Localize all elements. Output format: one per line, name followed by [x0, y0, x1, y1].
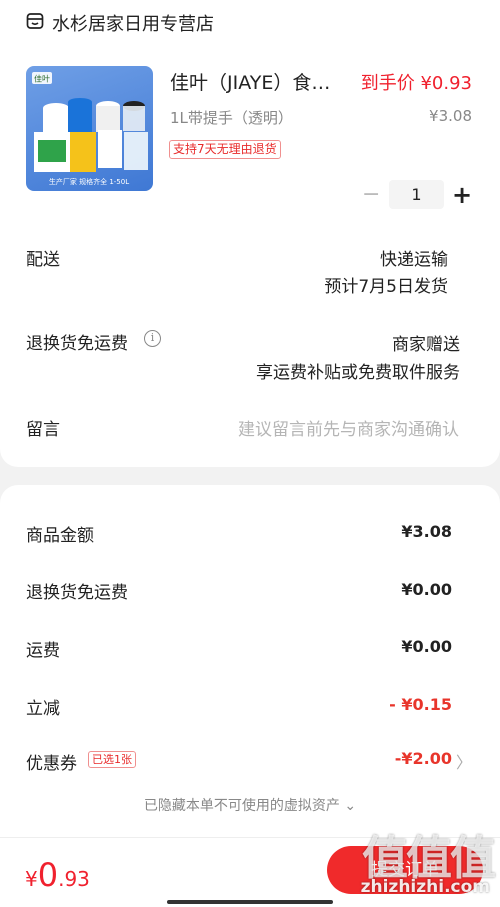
- return-shipping-value: 商家赠送: [392, 335, 460, 355]
- home-indicator[interactable]: [167, 900, 333, 904]
- total-decimal: .93: [58, 867, 90, 891]
- product-title[interactable]: 佳叶（JIAYE）食…: [170, 68, 330, 95]
- summary-value-shipping: ¥0.00: [401, 637, 452, 656]
- message-label: 留言: [26, 420, 60, 440]
- quantity-input[interactable]: 1: [389, 180, 444, 209]
- quantity-minus-button[interactable]: −: [362, 180, 380, 210]
- store-name[interactable]: 水杉居家日用专营店: [52, 10, 214, 36]
- pay-price: 到手价 ¥0.93: [360, 73, 472, 94]
- summary-value-discount: - ¥0.15: [389, 695, 452, 714]
- delivery-label: 配送: [26, 250, 60, 270]
- return-policy-badge: 支持7天无理由退货: [169, 140, 281, 159]
- coupon-badge: 已选1张: [88, 751, 136, 768]
- coupon-value[interactable]: -¥2.00: [395, 749, 452, 768]
- info-icon[interactable]: i: [144, 330, 161, 347]
- summary-value-goods: ¥3.08: [401, 522, 452, 541]
- return-shipping-detail: 享运费补贴或免费取件服务: [256, 363, 460, 383]
- product-variant[interactable]: 1L带提手（透明）: [170, 107, 293, 128]
- summary-label-shipping: 运费: [26, 641, 60, 661]
- product-image[interactable]: 佳叶 生产厂家 规格齐全 1-50L: [26, 66, 153, 191]
- chevron-right-icon[interactable]: 〉: [456, 749, 472, 773]
- delivery-method[interactable]: 快递运输: [380, 245, 448, 270]
- product-image-brand: 佳叶: [34, 74, 50, 84]
- watermark-text: zhizhizhi.com: [360, 877, 490, 897]
- return-shipping-label: 退换货免运费: [26, 334, 128, 354]
- delivery-estimate: 预计7月5日发货: [324, 277, 448, 297]
- total-currency: ¥: [25, 867, 38, 891]
- summary-label-goods: 商品金额: [26, 526, 94, 546]
- original-price: ¥3.08: [429, 107, 472, 125]
- message-input[interactable]: 建议留言前先与商家沟通确认: [238, 415, 459, 440]
- coupon-label[interactable]: 优惠券: [26, 749, 77, 774]
- store-icon: [26, 13, 44, 29]
- total-price: ¥0.93: [25, 856, 90, 894]
- hidden-assets-toggle[interactable]: 已隐藏本单不可使用的虚拟资产 ⌄: [0, 795, 500, 815]
- quantity-plus-button[interactable]: +: [452, 180, 472, 210]
- summary-value-return-shipping: ¥0.00: [401, 580, 452, 599]
- summary-label-return-shipping: 退换货免运费: [26, 583, 128, 603]
- product-image-caption: 生产厂家 规格齐全 1-50L: [49, 177, 129, 186]
- total-integer: 0: [37, 856, 59, 894]
- summary-label-discount: 立减: [26, 699, 60, 719]
